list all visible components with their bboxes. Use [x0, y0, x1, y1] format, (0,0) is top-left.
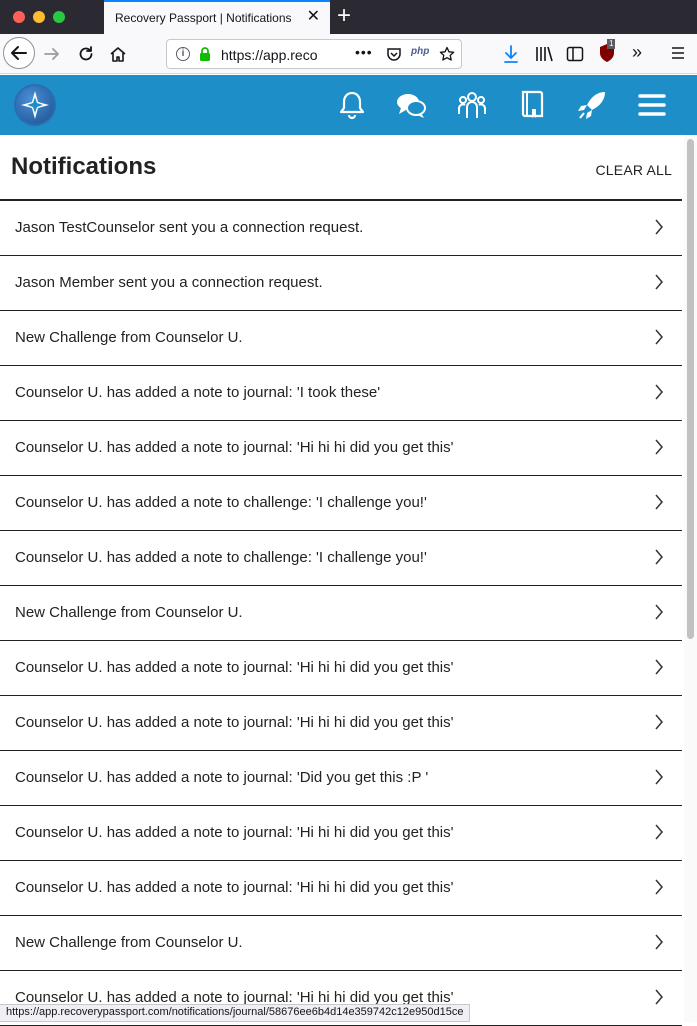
page-actions-icon[interactable]: ••• — [355, 44, 373, 60]
notification-row[interactable]: New Challenge from Counselor U. — [0, 916, 682, 971]
rocket-icon[interactable] — [576, 89, 608, 121]
lock-icon[interactable] — [199, 47, 211, 61]
notification-row[interactable]: Counselor U. has added a note to journal… — [0, 366, 682, 421]
hamburger-menu-icon[interactable] — [670, 45, 686, 61]
notification-list: Jason TestCounselor sent you a connectio… — [0, 201, 682, 1026]
info-icon[interactable]: i — [176, 47, 190, 61]
notification-text: Counselor U. has added a note to journal… — [15, 824, 454, 841]
page-title: Notifications — [11, 153, 157, 180]
maximize-window-button[interactable] — [53, 11, 65, 23]
status-bar-url: https://app.recoverypassport.com/notific… — [0, 1004, 471, 1022]
journal-icon[interactable] — [516, 89, 548, 121]
notification-row[interactable]: New Challenge from Counselor U. — [0, 586, 682, 641]
download-icon[interactable] — [502, 44, 520, 64]
notification-text: Counselor U. has added a note to journal… — [15, 439, 454, 456]
browser-navbar: i https://app.reco ••• php 1 » — [0, 34, 697, 74]
chevron-right-icon — [655, 879, 663, 895]
ublock-badge: 1 — [607, 39, 616, 49]
notification-row[interactable]: New Challenge from Counselor U. — [0, 311, 682, 366]
reload-button[interactable] — [76, 44, 96, 64]
notification-text: Counselor U. has added a note to challen… — [15, 549, 427, 566]
page-header: Notifications CLEAR ALL — [0, 135, 682, 201]
chevron-right-icon — [655, 494, 663, 510]
arrow-left-icon — [11, 46, 27, 60]
clear-all-button[interactable]: CLEAR ALL — [595, 162, 672, 178]
notification-row[interactable]: Counselor U. has added a note to journal… — [0, 861, 682, 916]
scrollbar-thumb[interactable] — [687, 139, 694, 639]
notification-row[interactable]: Counselor U. has added a note to journal… — [0, 421, 682, 476]
notification-text: New Challenge from Counselor U. — [15, 934, 243, 951]
notification-row[interactable]: Jason Member sent you a connection reque… — [0, 256, 682, 311]
compass-logo[interactable] — [16, 86, 54, 124]
notification-row[interactable]: Counselor U. has added a note to challen… — [0, 476, 682, 531]
ublock-icon[interactable]: 1 — [598, 39, 618, 63]
tab-close-icon[interactable]: ✕ — [307, 8, 320, 26]
chevron-right-icon — [655, 329, 663, 345]
notification-row[interactable]: Jason TestCounselor sent you a connectio… — [0, 201, 682, 256]
library-icon[interactable] — [534, 44, 554, 64]
back-button[interactable] — [3, 37, 35, 69]
chevron-right-icon — [655, 824, 663, 840]
notification-row[interactable]: Counselor U. has added a note to journal… — [0, 696, 682, 751]
chevron-right-icon — [655, 769, 663, 785]
browser-titlebar: Recovery Passport | Notifications ✕ + — [0, 0, 697, 34]
chevron-right-icon — [655, 604, 663, 620]
notification-text: Counselor U. has added a note to journal… — [15, 384, 381, 401]
url-text[interactable]: https://app.reco — [221, 47, 321, 63]
notification-text: Counselor U. has added a note to journal… — [15, 659, 454, 676]
chevron-right-icon — [655, 274, 663, 290]
people-icon[interactable] — [456, 89, 488, 121]
notification-text: Counselor U. has added a note to challen… — [15, 494, 427, 511]
notification-row[interactable]: Counselor U. has added a note to journal… — [0, 641, 682, 696]
pocket-icon[interactable] — [386, 46, 402, 62]
notification-row[interactable]: Counselor U. has added a note to challen… — [0, 531, 682, 586]
url-bar[interactable]: i https://app.reco ••• php — [166, 39, 462, 69]
sidebar-icon[interactable] — [566, 45, 584, 63]
overflow-chevron-icon[interactable]: » — [632, 42, 642, 63]
forward-button[interactable] — [42, 44, 62, 64]
chat-icon[interactable] — [395, 89, 427, 121]
home-button[interactable] — [108, 44, 128, 64]
notification-row[interactable]: Counselor U. has added a note to journal… — [0, 751, 682, 806]
scrollbar[interactable] — [684, 135, 697, 1022]
tab-title: Recovery Passport | Notifications — [115, 11, 292, 25]
notification-text: New Challenge from Counselor U. — [15, 329, 243, 346]
notification-text: Jason Member sent you a connection reque… — [15, 274, 323, 291]
notification-row[interactable]: Counselor U. has added a note to journal… — [0, 806, 682, 861]
minimize-window-button[interactable] — [33, 11, 45, 23]
chevron-right-icon — [655, 934, 663, 950]
notification-text: Counselor U. has added a note to journal… — [15, 769, 429, 786]
close-window-button[interactable] — [13, 11, 25, 23]
bell-icon[interactable] — [336, 89, 368, 121]
chevron-right-icon — [655, 219, 663, 235]
chevron-right-icon — [655, 439, 663, 455]
notification-text: New Challenge from Counselor U. — [15, 604, 243, 621]
chevron-right-icon — [655, 659, 663, 675]
chevron-right-icon — [655, 989, 663, 1005]
browser-tab[interactable]: Recovery Passport | Notifications ✕ — [104, 0, 330, 34]
app-header — [0, 75, 697, 135]
notification-text: Counselor U. has added a note to journal… — [15, 714, 454, 731]
notification-text: Counselor U. has added a note to journal… — [15, 879, 454, 896]
php-extension-icon[interactable]: php — [411, 46, 429, 57]
new-tab-button[interactable]: + — [337, 2, 351, 30]
chevron-right-icon — [655, 714, 663, 730]
compass-icon — [21, 91, 49, 119]
bookmark-star-icon[interactable] — [439, 46, 455, 62]
chevron-right-icon — [655, 549, 663, 565]
notification-text: Jason TestCounselor sent you a connectio… — [15, 219, 364, 236]
chevron-right-icon — [655, 384, 663, 400]
menu-icon[interactable] — [636, 89, 668, 121]
